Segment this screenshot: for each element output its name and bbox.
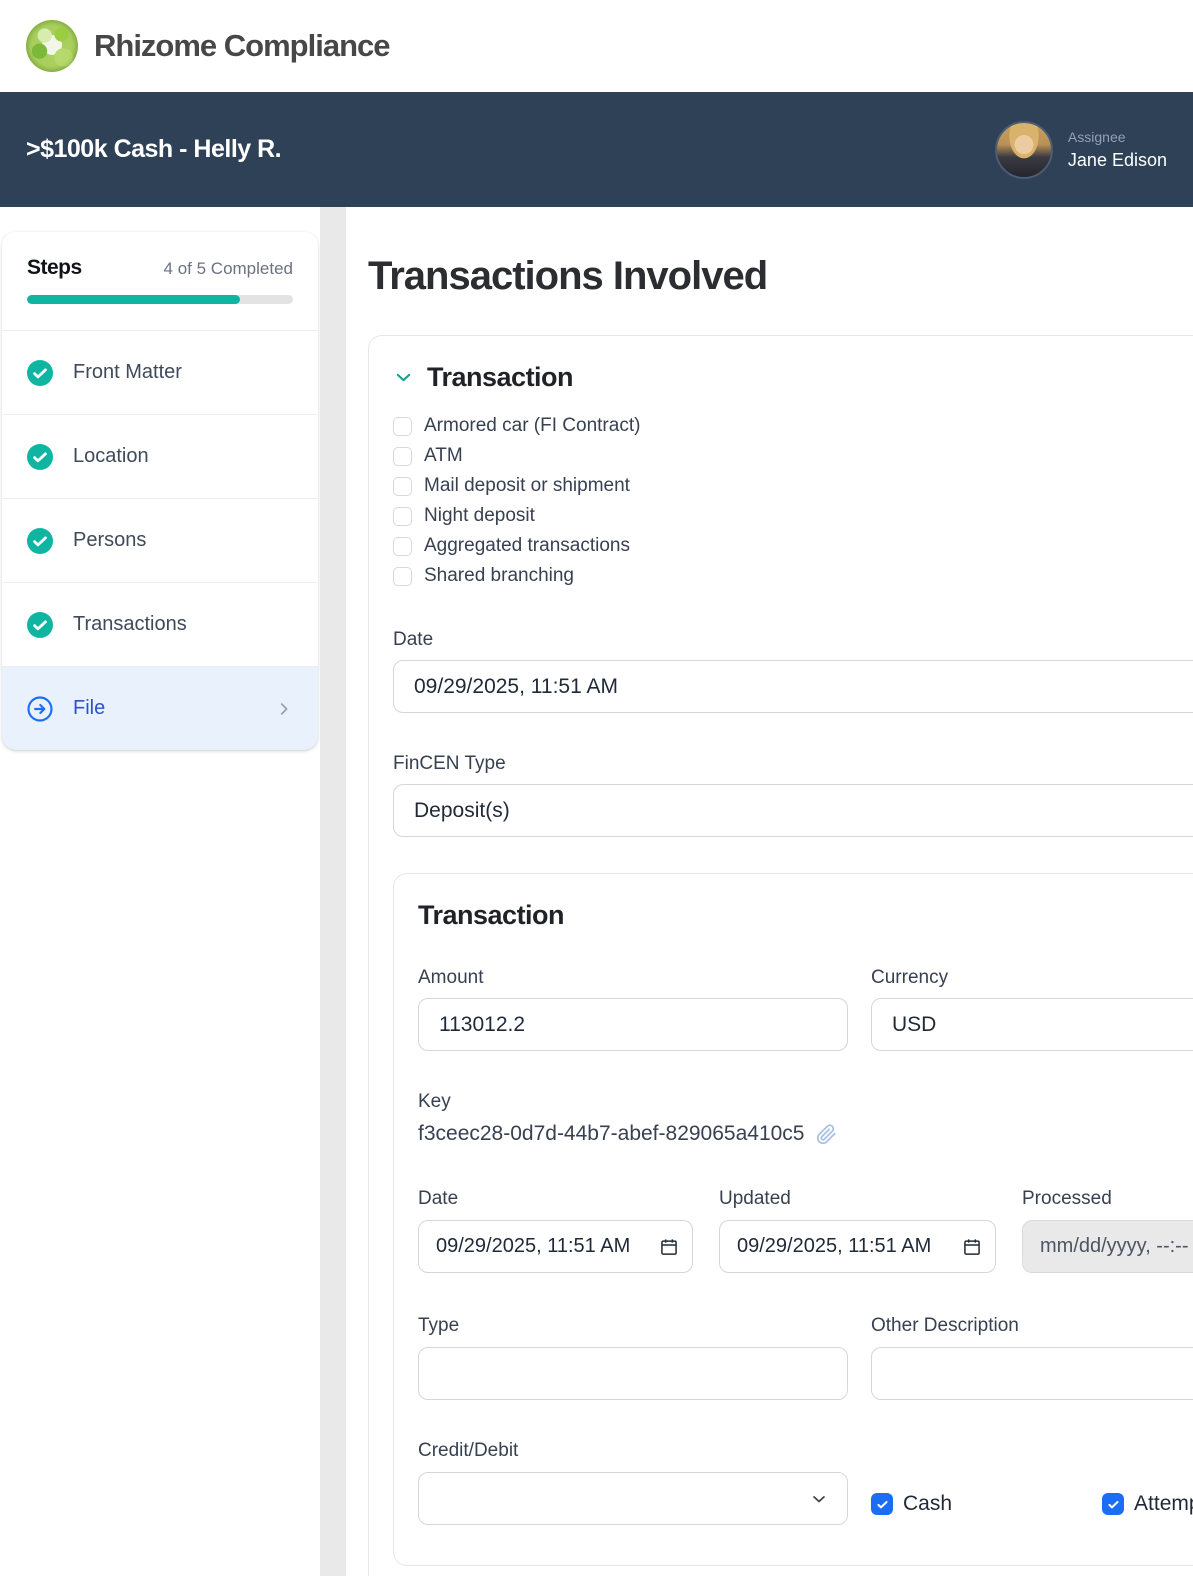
processed-input: mm/dd/yyyy, --:-- -- — [1022, 1220, 1193, 1273]
option-label: ATM — [424, 445, 463, 467]
sidebar-item-persons[interactable]: Persons — [2, 498, 318, 582]
sidebar-item-front-matter[interactable]: Front Matter — [2, 330, 318, 414]
updated-input[interactable]: 09/29/2025, 11:51 AM — [719, 1220, 996, 1273]
attempt-checkbox[interactable]: Attempt — [1102, 1492, 1193, 1516]
checkbox-unchecked-icon[interactable] — [393, 417, 412, 436]
attempt-label: Attempt — [1134, 1492, 1193, 1516]
key-label: Key — [418, 1091, 1193, 1113]
assignee-label: Assignee — [1068, 129, 1167, 145]
sidebar-column: Steps 4 of 5 Completed Front Matter Loca… — [0, 207, 320, 1576]
processed-placeholder: mm/dd/yyyy, --:-- -- — [1040, 1235, 1193, 1258]
steps-title: Steps — [27, 256, 82, 280]
paperclip-icon[interactable] — [816, 1124, 837, 1145]
option-label: Aggregated transactions — [424, 535, 630, 557]
sidebar-item-label: Location — [73, 445, 149, 468]
transaction-options: Armored car (FI Contract) ATM Mail depos… — [393, 411, 1193, 591]
transaction-detail-card: Transaction Amount Currency Key f3ceec28… — [393, 873, 1193, 1566]
amount-input[interactable] — [418, 998, 848, 1051]
txn-date-input[interactable]: 09/29/2025, 11:51 AM — [418, 1220, 693, 1273]
arrow-right-circle-icon — [27, 696, 53, 722]
case-bar: >$100k Cash - Helly R. Assignee Jane Edi… — [0, 92, 1193, 207]
transaction-section-header[interactable]: Transaction — [393, 362, 1193, 393]
date-label: Date — [393, 629, 1193, 651]
sidebar-item-file[interactable]: File — [2, 666, 318, 750]
check-circle-icon — [27, 360, 53, 386]
updated-label: Updated — [719, 1188, 996, 1210]
assignee-block[interactable]: Assignee Jane Edison — [995, 121, 1167, 179]
checkbox-unchecked-icon[interactable] — [393, 477, 412, 496]
assignee-name: Jane Edison — [1068, 150, 1167, 171]
sidebar-item-transactions[interactable]: Transactions — [2, 582, 318, 666]
check-circle-icon — [27, 612, 53, 638]
cash-label: Cash — [903, 1492, 952, 1516]
main-content: Transactions Involved Transaction Armore… — [346, 207, 1193, 1576]
option-armored-car[interactable]: Armored car (FI Contract) — [393, 411, 1193, 441]
sidebar-item-label: Persons — [73, 529, 146, 552]
fincen-type-input[interactable] — [393, 784, 1193, 837]
fincen-type-label: FinCEN Type — [393, 753, 1193, 775]
option-label: Armored car (FI Contract) — [424, 415, 640, 437]
amount-label: Amount — [418, 967, 848, 989]
txn-date-value: 09/29/2025, 11:51 AM — [436, 1235, 653, 1258]
sidebar-item-label: Transactions — [73, 613, 187, 636]
app-header: Rhizome Compliance — [0, 0, 1193, 92]
option-atm[interactable]: ATM — [393, 441, 1193, 471]
checkbox-checked-icon[interactable] — [871, 1493, 893, 1515]
chevron-down-icon[interactable] — [393, 367, 414, 388]
sidebar-item-label: Front Matter — [73, 361, 182, 384]
type-label: Type — [418, 1315, 848, 1337]
transaction-card-title: Transaction — [418, 900, 1193, 931]
rhizome-logo-icon — [26, 20, 78, 72]
sidebar-item-label: File — [73, 697, 105, 720]
checkbox-unchecked-icon[interactable] — [393, 507, 412, 526]
date-input[interactable] — [393, 660, 1193, 713]
option-aggregated-transactions[interactable]: Aggregated transactions — [393, 531, 1193, 561]
checkbox-unchecked-icon[interactable] — [393, 567, 412, 586]
case-title: >$100k Cash - Helly R. — [26, 135, 281, 164]
credit-debit-select[interactable] — [418, 1472, 848, 1525]
type-input[interactable] — [418, 1347, 848, 1400]
checkbox-unchecked-icon[interactable] — [393, 537, 412, 556]
key-value: f3ceec28-0d7d-44b7-abef-829065a410c5 — [418, 1122, 804, 1146]
currency-input[interactable] — [871, 998, 1193, 1051]
check-circle-icon — [27, 444, 53, 470]
option-label: Night deposit — [424, 505, 535, 527]
option-night-deposit[interactable]: Night deposit — [393, 501, 1193, 531]
cash-checkbox[interactable]: Cash — [871, 1492, 952, 1516]
option-label: Shared branching — [424, 565, 574, 587]
checkbox-checked-icon[interactable] — [1102, 1493, 1124, 1515]
progress-bar — [27, 295, 293, 304]
processed-label: Processed — [1022, 1188, 1193, 1210]
updated-value: 09/29/2025, 11:51 AM — [737, 1235, 956, 1258]
other-description-input[interactable] — [871, 1347, 1193, 1400]
steps-progress-text: 4 of 5 Completed — [164, 259, 293, 279]
chevron-down-icon — [809, 1489, 829, 1509]
checkbox-unchecked-icon[interactable] — [393, 447, 412, 466]
assignee-avatar[interactable] — [995, 121, 1053, 179]
progress-fill — [27, 295, 240, 304]
chevron-right-icon — [275, 700, 293, 718]
panel-divider — [320, 207, 346, 1576]
steps-panel: Steps 4 of 5 Completed Front Matter Loca… — [2, 232, 318, 750]
section-title: Transaction — [427, 362, 573, 393]
page-title: Transactions Involved — [368, 254, 1193, 299]
sidebar-item-location[interactable]: Location — [2, 414, 318, 498]
app-title: Rhizome Compliance — [94, 28, 390, 64]
option-label: Mail deposit or shipment — [424, 475, 630, 497]
check-circle-icon — [27, 528, 53, 554]
option-mail-deposit[interactable]: Mail deposit or shipment — [393, 471, 1193, 501]
transaction-section-card: Transaction Armored car (FI Contract) AT… — [368, 335, 1193, 1576]
calendar-icon[interactable] — [659, 1237, 679, 1257]
currency-label: Currency — [871, 967, 1193, 989]
credit-debit-label: Credit/Debit — [418, 1440, 848, 1462]
option-shared-branching[interactable]: Shared branching — [393, 561, 1193, 591]
other-description-label: Other Description — [871, 1315, 1193, 1337]
calendar-icon[interactable] — [962, 1237, 982, 1257]
txn-date-label: Date — [418, 1188, 693, 1210]
